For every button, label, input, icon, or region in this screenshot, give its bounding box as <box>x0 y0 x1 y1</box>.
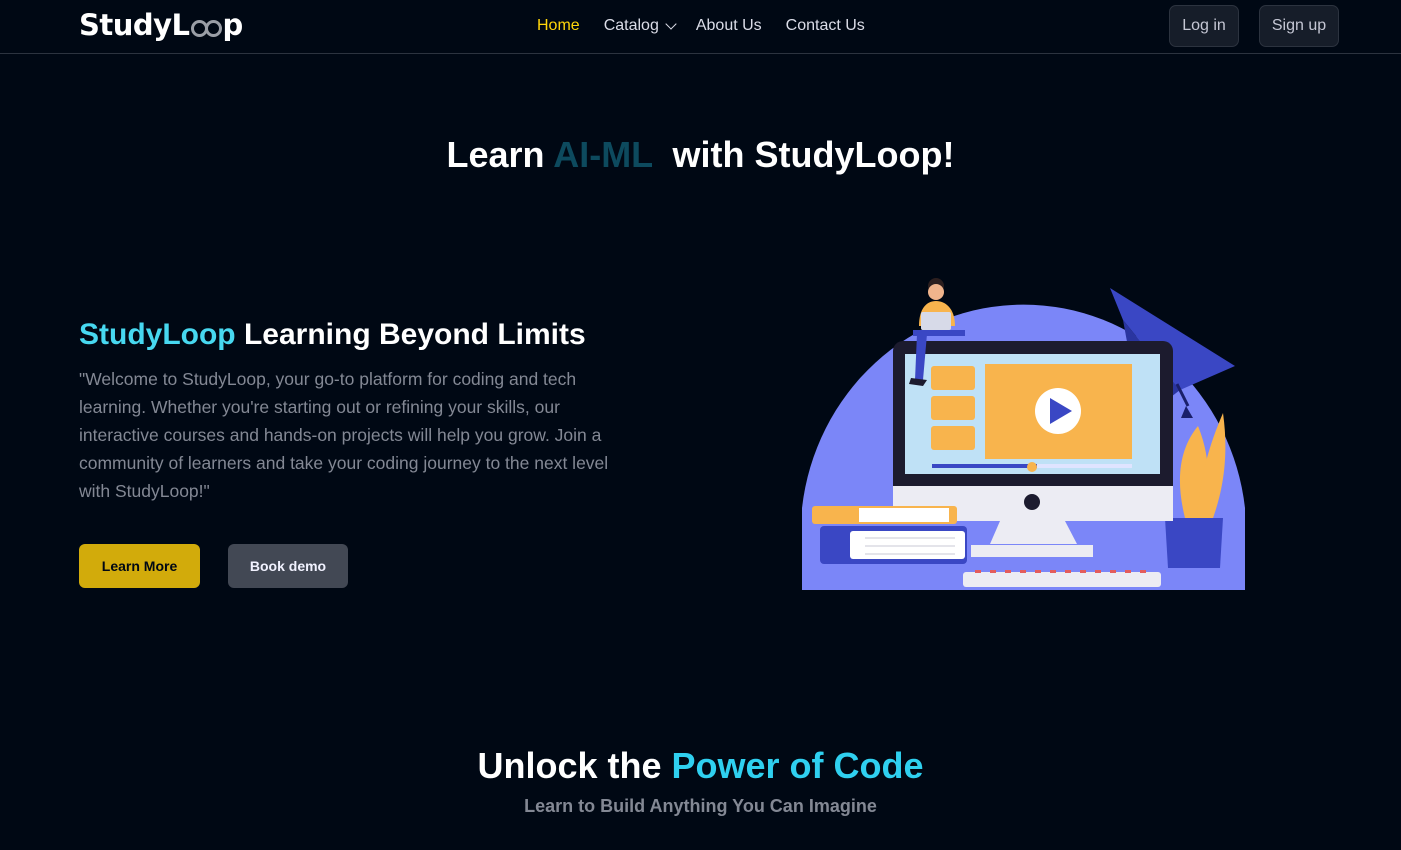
section2-title-accent: Power of Code <box>671 745 924 786</box>
section2-title-prefix: Unlock the <box>477 745 672 786</box>
hero-title-prefix: Learn <box>446 134 554 175</box>
logo-text-start: StudyL <box>79 8 190 42</box>
logo-text-end: p <box>222 8 244 42</box>
hero-title-suffix: with StudyLoop! <box>652 134 955 175</box>
intro-heading-accent: StudyLoop <box>79 318 236 351</box>
intro-heading: StudyLoop Learning Beyond Limits <box>79 318 586 352</box>
logo-loop-icon <box>190 14 222 37</box>
nav-about-us[interactable]: About Us <box>696 17 762 35</box>
section2-subtitle: Learn to Build Anything You Can Imagine <box>524 796 877 816</box>
nav-home[interactable]: Home <box>537 17 580 35</box>
intro-description: "Welcome to StudyLoop, your go-to platfo… <box>79 369 609 501</box>
hero-illustration <box>802 278 1245 590</box>
intro-heading-rest: Learning Beyond Limits <box>235 318 586 351</box>
learn-more-button[interactable]: Learn More <box>79 544 200 588</box>
signup-button[interactable]: Sign up <box>1259 5 1339 47</box>
book-demo-button[interactable]: Book demo <box>228 544 348 588</box>
section2-title: Unlock the Power of Code <box>0 745 1401 787</box>
logo[interactable]: StudyL p <box>79 8 243 42</box>
chevron-down-icon <box>665 18 677 30</box>
nav-links: Home Catalog About Us Contact Us <box>537 17 865 35</box>
nav-contact-us[interactable]: Contact Us <box>786 17 865 35</box>
nav-catalog-label: Catalog <box>603 17 659 34</box>
nav-catalog[interactable]: Catalog <box>603 17 677 35</box>
hero-title: Learn AI-ML with StudyLoop! <box>0 134 1401 176</box>
hero-title-accent: AI-ML <box>553 134 653 175</box>
navbar: StudyL p Home Catalog About Us Contact Us… <box>0 0 1401 54</box>
login-button[interactable]: Log in <box>1169 5 1239 47</box>
